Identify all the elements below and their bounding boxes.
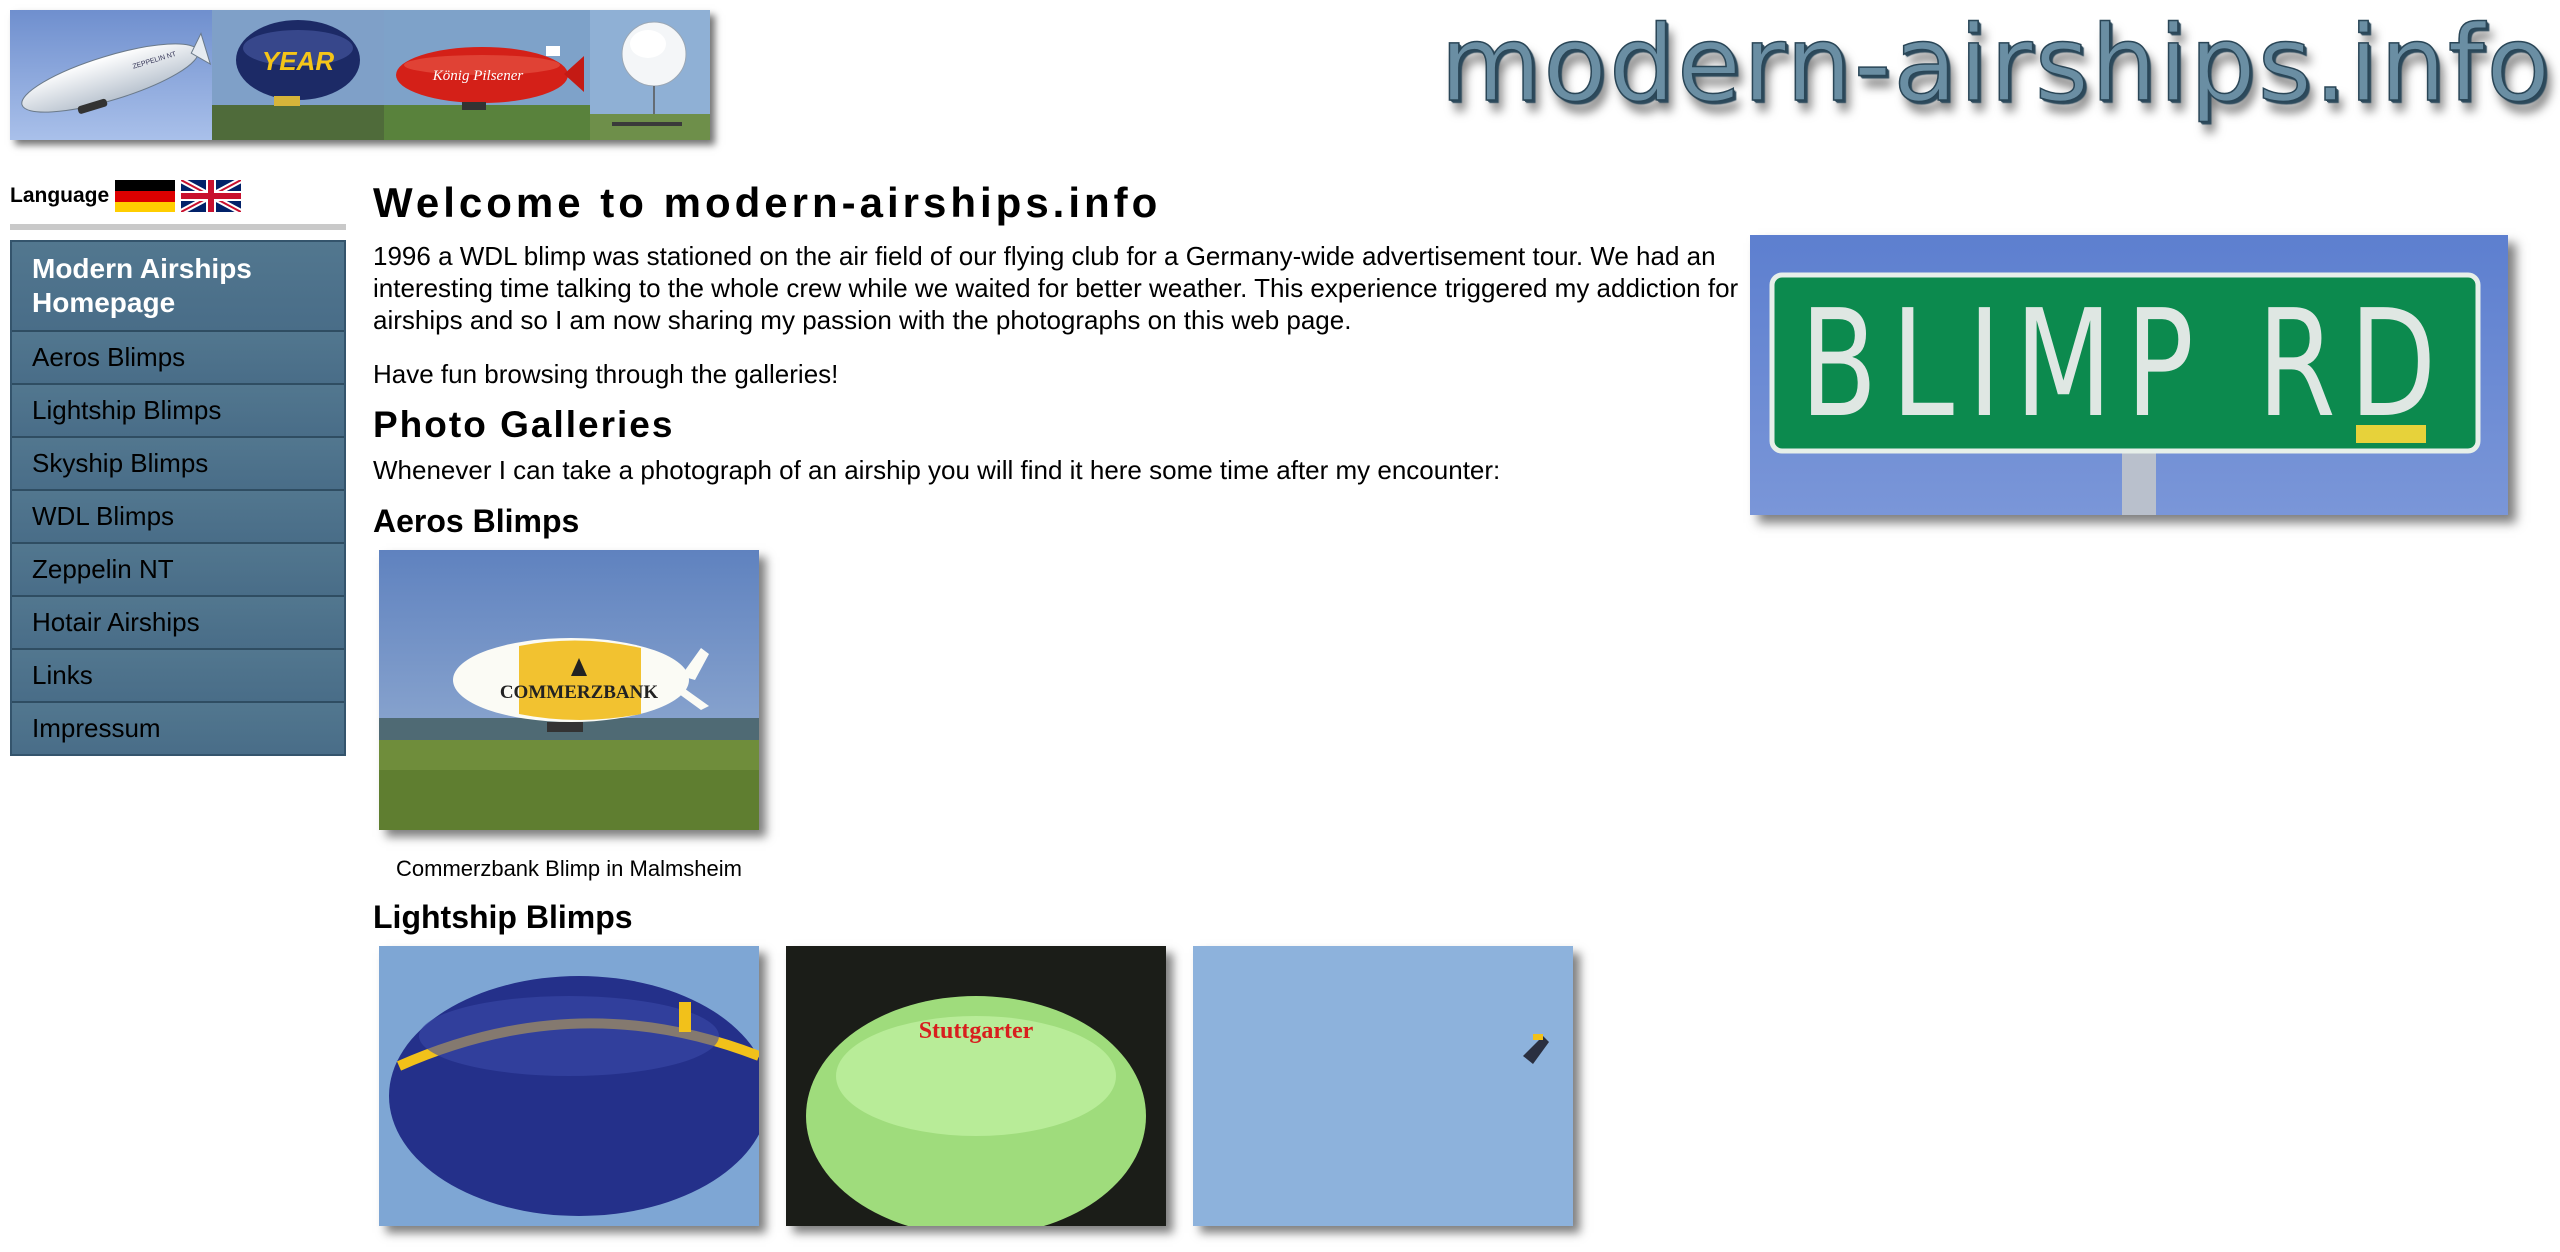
lightship-blimp-photo-1[interactable] bbox=[379, 946, 759, 1226]
gallery-item[interactable]: Stuttgarter bbox=[786, 946, 1166, 1252]
gallery-aeros-blimps: COMMERZBANK Commerzbank Blimp in Malmshe… bbox=[379, 550, 1753, 882]
banner-zeppelin-photo: ZEPPELIN NT bbox=[10, 10, 212, 140]
section-heading-aeros-blimps: Aeros Blimps bbox=[373, 503, 580, 539]
banner-goodyear-photo: YEAR bbox=[212, 10, 384, 140]
site-logo-title[interactable]: modern-airships.info bbox=[1439, 11, 2552, 117]
banner-koenig-lettering: König Pilsener bbox=[432, 68, 524, 84]
fun-paragraph: Have fun browsing through the galleries! bbox=[373, 359, 839, 389]
stuttgarter-lettering: Stuttgarter bbox=[919, 1018, 1034, 1044]
sidebar-nav: Modern Airships Homepage Aeros Blimps Li… bbox=[10, 240, 346, 756]
page-title: Welcome to modern-airships.info bbox=[373, 179, 1162, 226]
nav-item-skyship-blimps[interactable]: Skyship Blimps bbox=[12, 436, 344, 489]
blimp-rd-sign-lettering: BLIMP RD bbox=[1800, 278, 2450, 450]
nav-item-wdl-blimps[interactable]: WDL Blimps bbox=[12, 489, 344, 542]
header-banner-photos: ZEPPELIN NT YEAR König Pilsener bbox=[10, 10, 710, 140]
nav-item-zeppelin-nt[interactable]: Zeppelin NT bbox=[12, 542, 344, 595]
commerzbank-blimp-photo[interactable]: COMMERZBANK bbox=[379, 550, 759, 830]
photo-caption: Commerzbank Blimp in Malmsheim bbox=[396, 856, 742, 881]
nav-item-links[interactable]: Links bbox=[12, 648, 344, 701]
blimp-rd-sign-photo: BLIMP RD bbox=[1750, 235, 2508, 515]
gallery-lightship-blimps: Stuttgarter bbox=[379, 946, 1753, 1252]
commerzbank-lettering: COMMERZBANK bbox=[500, 682, 659, 703]
intro-paragraph: 1996 a WDL blimp was stationed on the ai… bbox=[373, 241, 1739, 335]
gallery-item[interactable] bbox=[1193, 946, 1573, 1252]
main-content: Welcome to modern-airships.info 1996 a W… bbox=[373, 170, 1753, 1252]
nav-item-homepage[interactable]: Modern Airships Homepage bbox=[12, 242, 344, 330]
language-label: Language bbox=[10, 184, 110, 207]
nav-item-lightship-blimps[interactable]: Lightship Blimps bbox=[12, 383, 344, 436]
section-heading-lightship-blimps: Lightship Blimps bbox=[373, 899, 633, 935]
banner-koenig-pilsener-photo: König Pilsener bbox=[384, 10, 590, 140]
banner-goodyear-lettering: YEAR bbox=[262, 46, 334, 76]
nav-item-aeros-blimps[interactable]: Aeros Blimps bbox=[12, 330, 344, 383]
galleries-heading: Photo Galleries bbox=[373, 404, 675, 445]
nav-item-hotair-airships[interactable]: Hotair Airships bbox=[12, 595, 344, 648]
lightship-blimp-photo-3[interactable] bbox=[1193, 946, 1573, 1226]
gallery-item[interactable] bbox=[379, 946, 759, 1252]
nav-item-impressum[interactable]: Impressum bbox=[12, 701, 344, 754]
uk-flag-icon[interactable] bbox=[181, 180, 242, 212]
sidebar-divider bbox=[10, 224, 346, 230]
language-selector: Language bbox=[10, 178, 242, 214]
lightship-blimp-photo-2[interactable]: Stuttgarter bbox=[786, 946, 1166, 1226]
german-flag-icon[interactable] bbox=[115, 180, 176, 212]
galleries-intro: Whenever I can take a photograph of an a… bbox=[373, 455, 1501, 485]
gallery-item[interactable]: COMMERZBANK Commerzbank Blimp in Malmshe… bbox=[379, 550, 759, 882]
banner-white-airship-photo bbox=[590, 10, 710, 140]
